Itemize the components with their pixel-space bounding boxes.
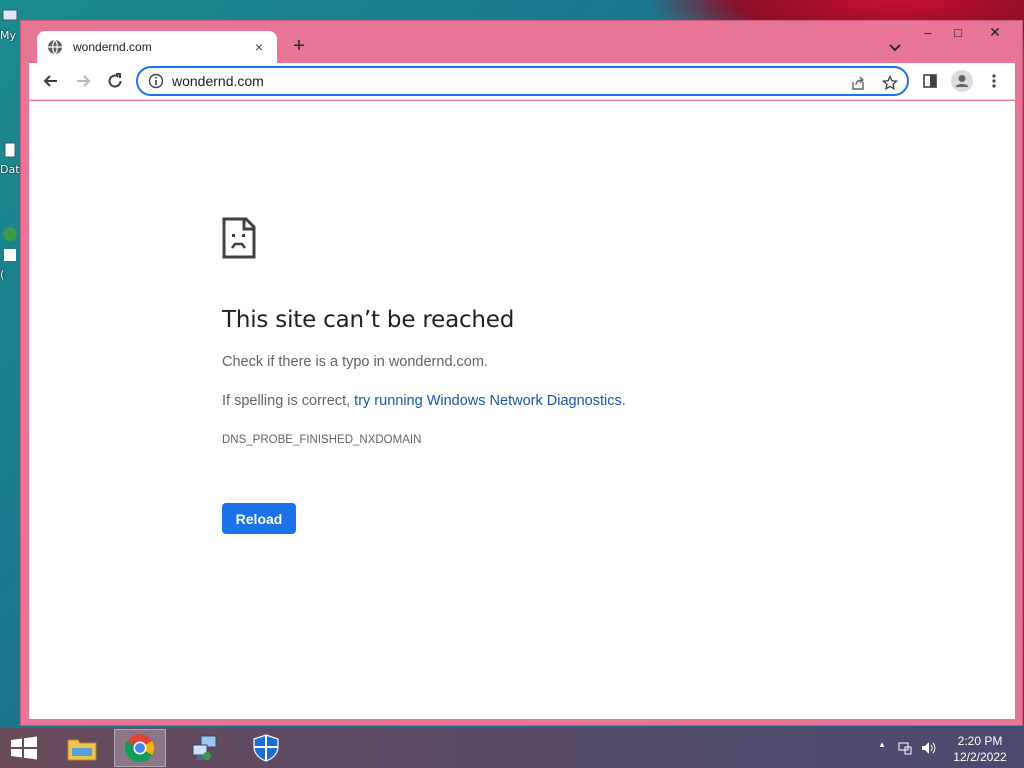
page-title: This site can’t be reached	[222, 307, 515, 333]
error-code: DNS_PROBE_FINISHED_NXDOMAIN	[222, 434, 422, 446]
desktop-icon-app[interactable]: (	[0, 226, 22, 281]
browser-toolbar	[29, 63, 1015, 100]
forward-button[interactable]	[69, 67, 97, 95]
clock-date: 12/2/2022	[953, 750, 1007, 764]
arrow-right-icon	[77, 75, 91, 87]
new-tab-button[interactable]: +	[287, 35, 311, 59]
chrome-taskbar-button[interactable]	[114, 729, 166, 767]
security-taskbar-button[interactable]	[240, 729, 292, 767]
shortcut-icon	[4, 249, 16, 261]
desktop-icon-label: Dat	[0, 163, 20, 176]
desktop-icon-my-computer[interactable]: My	[0, 8, 22, 42]
diagnostics-suffix: .	[621, 393, 626, 409]
network-icon[interactable]	[897, 740, 913, 756]
refresh-icon	[108, 73, 122, 88]
info-icon[interactable]	[148, 73, 164, 89]
computer-icon	[2, 9, 18, 21]
app-icon	[3, 227, 17, 241]
maximize-button[interactable]: □	[943, 23, 973, 43]
tab-close-icon[interactable]: ×	[251, 39, 267, 55]
avatar-icon	[951, 70, 973, 92]
diagnostics-hint: If spelling is correct, try running Wind…	[222, 393, 626, 409]
reload-toolbar-button[interactable]	[101, 67, 129, 95]
shield-icon	[253, 734, 279, 762]
back-button[interactable]	[37, 67, 65, 95]
network-app-taskbar-button[interactable]	[178, 729, 230, 767]
profile-button[interactable]	[948, 67, 976, 95]
typo-hint: Check if there is a typo in wondernd.com…	[222, 354, 488, 370]
page-content: This site can’t be reached Check if ther…	[29, 101, 1015, 719]
browser-tab[interactable]: wondernd.com ×	[37, 31, 277, 63]
minimize-button[interactable]: –	[913, 23, 943, 43]
chrome-icon	[125, 734, 154, 762]
diagnostics-link[interactable]: try running Windows Network Diagnostics	[354, 393, 622, 409]
url-input[interactable]	[172, 73, 832, 89]
reload-button[interactable]: Reload	[222, 503, 296, 534]
desktop-icon-label: (	[0, 268, 5, 281]
share-icon[interactable]	[848, 73, 868, 93]
close-window-button[interactable]: ✕	[972, 21, 1018, 43]
desktop-icon-label: My	[0, 29, 17, 42]
diagnostics-prefix: If spelling is correct,	[222, 393, 355, 409]
tray-expand-icon[interactable]: ▲	[874, 740, 890, 756]
side-panel-icon	[923, 74, 937, 88]
globe-icon	[48, 39, 62, 55]
arrow-left-icon	[43, 75, 57, 87]
folder-icon	[67, 739, 97, 761]
file-icon	[4, 142, 16, 158]
side-panel-button[interactable]	[916, 67, 944, 95]
kebab-menu-icon	[992, 74, 996, 88]
tab-title: wondernd.com	[73, 40, 152, 54]
tab-strip: wondernd.com × + – □ ✕	[21, 21, 1022, 63]
taskbar: ▲ 2:20 PM 12/2/2022	[0, 728, 1024, 768]
browser-window: wondernd.com × + – □ ✕ wondernd.com This…	[20, 20, 1023, 726]
clock-time: 2:20 PM	[957, 734, 1003, 748]
system-clock[interactable]: 2:20 PM 12/2/2022	[948, 733, 1012, 765]
chevron-down-icon[interactable]	[885, 37, 905, 57]
network-computer-icon	[192, 735, 217, 760]
volume-icon[interactable]	[920, 740, 936, 756]
sad-page-icon	[222, 217, 256, 259]
file-explorer-taskbar-button[interactable]	[56, 729, 108, 767]
menu-button[interactable]	[980, 67, 1008, 95]
windows-start-icon[interactable]	[8, 736, 40, 760]
address-bar[interactable]	[136, 66, 909, 96]
star-icon[interactable]	[880, 73, 900, 93]
desktop-icon-data[interactable]: Dat	[0, 142, 22, 176]
